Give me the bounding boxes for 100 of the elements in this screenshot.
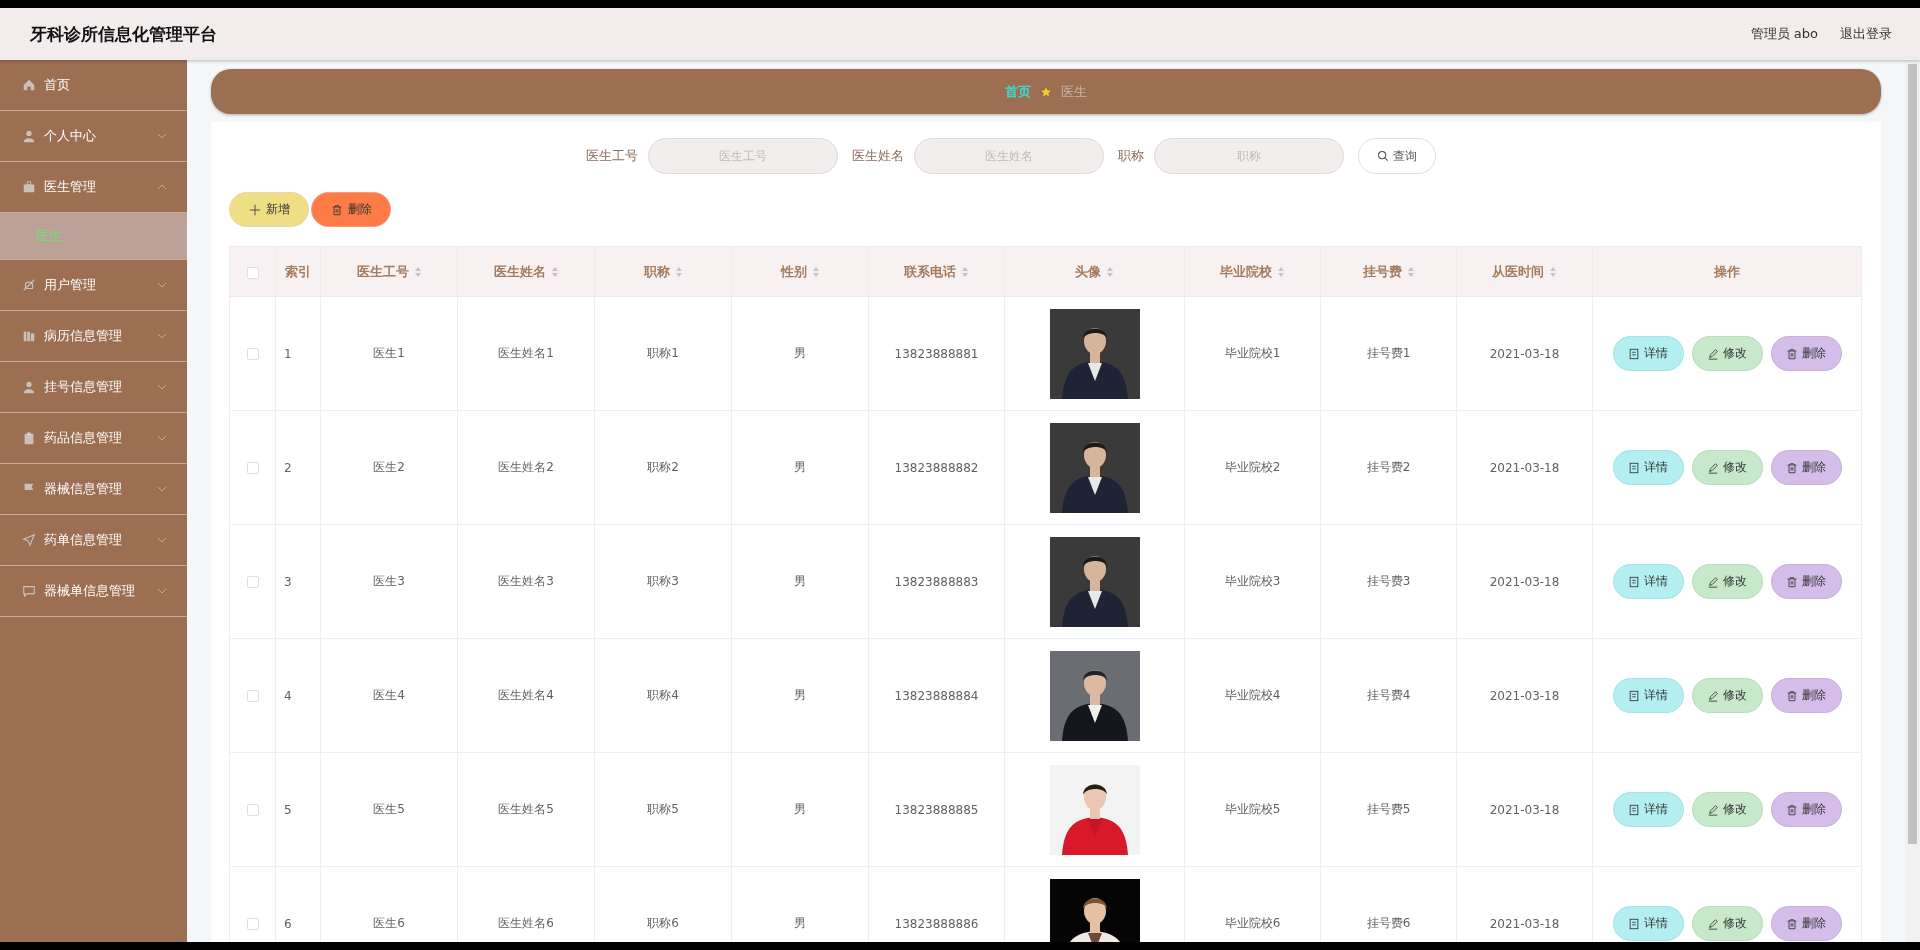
row-checkbox[interactable] <box>246 804 259 816</box>
row-checkbox[interactable] <box>246 690 259 702</box>
breadcrumb-current: 医生 <box>1061 82 1087 101</box>
sort-icon[interactable] <box>811 265 820 278</box>
fee-cell: 挂号费1 <box>1320 296 1457 411</box>
edit-button[interactable]: 修改 <box>1691 792 1763 827</box>
add-button[interactable]: 新增 <box>229 192 309 227</box>
sidebar-item[interactable]: 器械单信息管理 <box>0 566 187 617</box>
delete-button[interactable]: 删除 <box>1770 792 1842 827</box>
search-button[interactable]: 查询 <box>1358 138 1436 174</box>
delete-button[interactable]: 删除 <box>1770 564 1842 599</box>
row-checkbox[interactable] <box>246 348 259 360</box>
search-label: 医生姓名 <box>852 147 904 165</box>
gender-cell: 男 <box>731 296 869 411</box>
phone-cell: 13823888881 <box>868 296 1005 411</box>
sort-icon[interactable] <box>1277 265 1285 278</box>
sidebar-item[interactable]: 病历信息管理 <box>0 311 187 362</box>
sort-icon[interactable] <box>413 265 422 278</box>
breadcrumb-home[interactable]: 首页 <box>1005 82 1031 101</box>
index-cell: 5 <box>275 752 321 867</box>
menu-item-icon <box>22 180 36 194</box>
phone-cell: 13823888883 <box>868 524 1005 639</box>
doctor-id-cell: 医生2 <box>320 410 458 525</box>
column-header[interactable]: 职称 <box>594 246 732 297</box>
pencil-icon <box>1707 917 1719 930</box>
index-cell: 2 <box>275 410 321 525</box>
plus-icon <box>248 203 261 216</box>
sidebar-item[interactable]: 首页 <box>0 60 187 111</box>
delete-button[interactable]: 删除 <box>311 192 391 227</box>
sidebar-item[interactable]: 药单信息管理 <box>0 515 187 566</box>
delete-button[interactable]: 删除 <box>1770 678 1842 713</box>
index-cell: 3 <box>275 524 321 639</box>
doctor-id-cell: 医生4 <box>320 638 458 753</box>
date-cell: 2021-03-18 <box>1456 410 1593 525</box>
column-header[interactable]: 毕业院校 <box>1184 246 1321 297</box>
gender-cell: 男 <box>731 638 869 753</box>
sidebar-item[interactable]: 挂号信息管理 <box>0 362 187 413</box>
pencil-icon <box>1707 803 1719 816</box>
detail-button[interactable]: 详情 <box>1612 792 1684 827</box>
pencil-icon <box>1707 575 1719 588</box>
column-header[interactable]: 头像 <box>1004 246 1185 297</box>
detail-button[interactable]: 详情 <box>1612 564 1684 599</box>
gender-cell: 男 <box>731 752 869 867</box>
date-cell: 2021-03-18 <box>1456 752 1593 867</box>
scrollbar[interactable] <box>1905 60 1920 942</box>
menu-item-icon <box>22 78 36 92</box>
delete-button[interactable]: 删除 <box>1770 906 1842 941</box>
edit-button[interactable]: 修改 <box>1691 564 1763 599</box>
doctor-id-cell: 医生3 <box>320 524 458 639</box>
edit-button[interactable]: 修改 <box>1691 336 1763 371</box>
column-header[interactable]: 从医时间 <box>1456 246 1593 297</box>
delete-button[interactable]: 删除 <box>1770 336 1842 371</box>
sidebar-item[interactable]: 用户管理 <box>0 260 187 311</box>
detail-button[interactable]: 详情 <box>1612 336 1684 371</box>
column-header[interactable]: 联系电话 <box>868 246 1005 297</box>
sort-icon[interactable] <box>550 265 559 278</box>
sort-icon[interactable] <box>674 265 683 278</box>
trash-icon <box>1786 917 1798 930</box>
doctor-name-cell: 医生姓名5 <box>457 752 595 867</box>
doctor-name-cell: 医生姓名1 <box>457 296 595 411</box>
title-cell: 职称3 <box>594 524 732 639</box>
detail-button[interactable]: 详情 <box>1612 450 1684 485</box>
edit-button[interactable]: 修改 <box>1691 450 1763 485</box>
document-icon <box>1628 803 1640 816</box>
index-cell: 4 <box>275 638 321 753</box>
fee-cell: 挂号费4 <box>1320 638 1457 753</box>
date-cell: 2021-03-18 <box>1456 638 1593 753</box>
sidebar-item[interactable]: 个人中心 <box>0 111 187 162</box>
select-all-checkbox[interactable] <box>246 266 259 279</box>
column-header[interactable]: 医生工号 <box>320 246 458 297</box>
trash-icon <box>1786 575 1798 588</box>
sort-icon[interactable] <box>961 265 969 278</box>
sort-icon[interactable] <box>1106 265 1114 278</box>
menu-item-icon <box>22 431 36 445</box>
document-icon <box>1628 575 1640 588</box>
menu-item-icon <box>22 278 36 292</box>
index-cell: 1 <box>275 296 321 411</box>
row-checkbox[interactable] <box>246 462 259 474</box>
sidebar-item[interactable]: 药品信息管理 <box>0 413 187 464</box>
trash-icon <box>1786 347 1798 360</box>
column-header[interactable]: 医生姓名 <box>457 246 595 297</box>
school-cell: 毕业院校1 <box>1184 296 1321 411</box>
sidebar-item[interactable]: 器械信息管理 <box>0 464 187 515</box>
sort-icon[interactable] <box>1406 265 1415 278</box>
date-cell: 2021-03-18 <box>1456 296 1593 411</box>
detail-button[interactable]: 详情 <box>1612 678 1684 713</box>
doctor-name-cell: 医生姓名2 <box>457 410 595 525</box>
column-header[interactable]: 性别 <box>731 246 869 297</box>
menu-item-icon <box>22 129 36 143</box>
edit-button[interactable]: 修改 <box>1691 678 1763 713</box>
doctor-id-cell: 医生1 <box>320 296 458 411</box>
phone-cell: 13823888884 <box>868 638 1005 753</box>
detail-button[interactable]: 详情 <box>1612 906 1684 941</box>
delete-button[interactable]: 删除 <box>1770 450 1842 485</box>
edit-button[interactable]: 修改 <box>1691 906 1763 941</box>
row-checkbox[interactable] <box>246 576 259 588</box>
logout-link[interactable]: 退出登录 <box>1840 25 1892 43</box>
column-header[interactable]: 挂号费 <box>1320 246 1457 297</box>
sort-icon[interactable] <box>1549 265 1557 278</box>
row-checkbox[interactable] <box>246 918 259 930</box>
